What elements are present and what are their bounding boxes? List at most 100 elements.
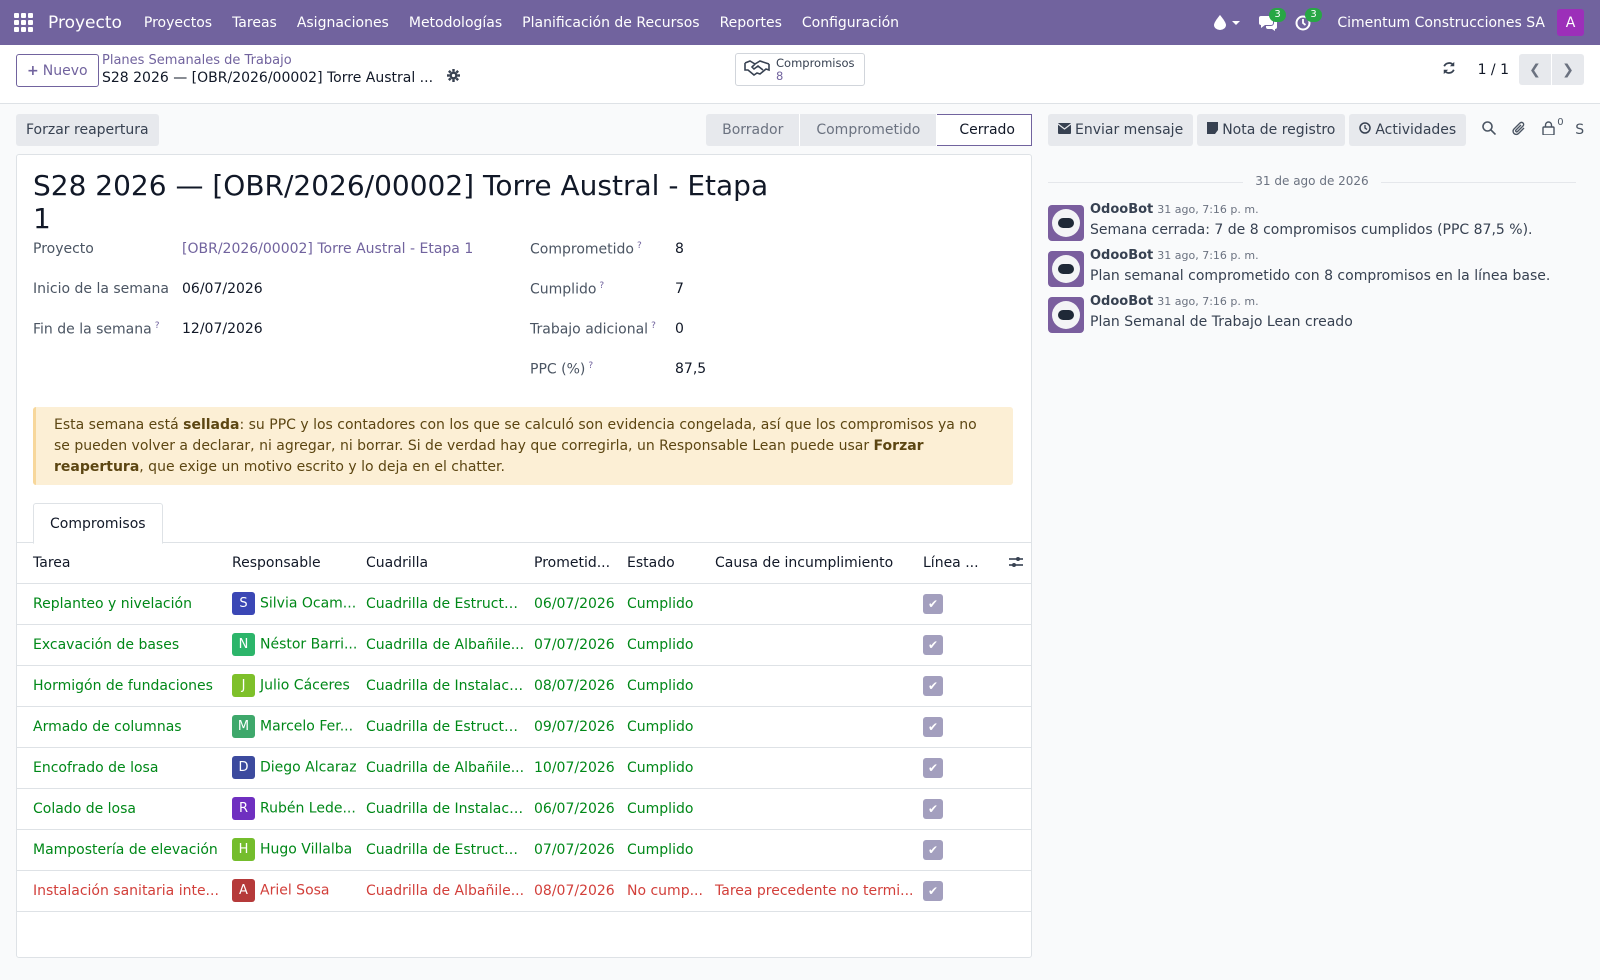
checkbox-checked-icon[interactable]: ✔ (923, 880, 943, 901)
log-note-button[interactable]: Nota de registro (1197, 114, 1346, 146)
cell-causa[interactable] (711, 747, 919, 789)
help-tooltip-icon[interactable]: ? (588, 361, 593, 371)
cell-tarea[interactable]: Mampostería de elevación (17, 829, 228, 871)
help-tooltip-icon[interactable]: ? (599, 281, 604, 291)
menu-item-proyectos[interactable]: Proyectos (134, 15, 222, 31)
cell-linea-base[interactable]: ✔ (919, 829, 1031, 871)
new-button[interactable]: + Nuevo (16, 54, 99, 87)
pager-next-button[interactable]: ❯ (1552, 54, 1584, 85)
cell-causa[interactable] (711, 706, 919, 748)
cell-estado[interactable]: Cumplido (623, 624, 711, 666)
gear-icon[interactable] (447, 69, 461, 86)
help-tooltip-icon[interactable]: ? (155, 321, 160, 331)
cell-prometido[interactable]: 07/07/2026 (530, 624, 623, 666)
search-icon[interactable] (1482, 121, 1497, 139)
column-header-causa[interactable]: Causa de incumplimiento (711, 543, 919, 584)
cell-causa[interactable]: Tarea precedente no termi... (711, 870, 919, 912)
cell-tarea[interactable]: Colado de losa (17, 788, 228, 830)
table-row[interactable]: Hormigón de fundaciones J Julio Cáceres Cua… (17, 665, 1031, 707)
menu-item-tareas[interactable]: Tareas (222, 15, 287, 31)
cell-prometido[interactable]: 08/07/2026 (530, 665, 623, 707)
stage-borrador[interactable]: Borrador (706, 114, 801, 146)
checkbox-checked-icon[interactable]: ✔ (923, 798, 943, 819)
pager-value[interactable]: 1 / 1 (1478, 62, 1509, 78)
activities-clock-icon[interactable]: 3 (1295, 7, 1322, 31)
cell-tarea[interactable]: Hormigón de fundaciones (17, 665, 228, 707)
cell-cuadrilla[interactable]: Cuadrilla de Instalaci... (362, 788, 530, 830)
cell-prometido[interactable]: 06/07/2026 (530, 788, 623, 830)
cell-estado[interactable]: Cumplido (623, 788, 711, 830)
refresh-icon[interactable] (1442, 61, 1456, 79)
breadcrumb-parent[interactable]: Planes Semanales de Trabajo (102, 53, 292, 68)
send-message-button[interactable]: Enviar mensaje (1048, 114, 1194, 146)
pager-previous-button[interactable]: ❮ (1519, 54, 1551, 85)
cell-responsable[interactable]: H Hugo Villalba (228, 829, 362, 871)
messages-icon[interactable]: 3 (1259, 7, 1286, 31)
table-row[interactable]: Armado de columnas M Marcelo Fer... Cuadril… (17, 706, 1031, 748)
cell-responsable[interactable]: S Silvia Ocam... (228, 583, 362, 625)
cell-prometido[interactable]: 06/07/2026 (530, 583, 623, 625)
cell-causa[interactable] (711, 583, 919, 625)
field-value-inicio-semana[interactable]: 06/07/2026 (182, 281, 263, 297)
cell-estado[interactable]: Cumplido (623, 829, 711, 871)
cell-cuadrilla[interactable]: Cuadrilla de Estructura (362, 706, 530, 748)
cell-cuadrilla[interactable]: Cuadrilla de Albañile... (362, 747, 530, 789)
table-row[interactable]: Instalación sanitaria inte... A Ariel Sosa… (17, 870, 1031, 912)
field-value-fin-semana[interactable]: 12/07/2026 (182, 321, 263, 337)
checkbox-checked-icon[interactable]: ✔ (923, 839, 943, 860)
cell-linea-base[interactable]: ✔ (919, 706, 1031, 748)
force-reopen-button[interactable]: Forzar reapertura (16, 114, 159, 146)
menu-item-asignaciones[interactable]: Asignaciones (287, 15, 399, 31)
checkbox-checked-icon[interactable]: ✔ (923, 634, 943, 655)
cell-cuadrilla[interactable]: Cuadrilla de Instalaci... (362, 665, 530, 707)
cell-responsable[interactable]: N Néstor Barri... (228, 624, 362, 666)
cell-responsable[interactable]: M Marcelo Fer... (228, 706, 362, 748)
stage-cerrado[interactable]: Cerrado (937, 114, 1032, 146)
cell-causa[interactable] (711, 624, 919, 666)
message-author[interactable]: OdooBot (1090, 294, 1153, 309)
cell-prometido[interactable]: 09/07/2026 (530, 706, 623, 748)
column-header-estado[interactable]: Estado (623, 543, 711, 584)
cell-prometido[interactable]: 10/07/2026 (530, 747, 623, 789)
cell-responsable[interactable]: D Diego Alcaraz (228, 747, 362, 789)
menu-item-reportes[interactable]: Reportes (710, 15, 792, 31)
help-tooltip-icon[interactable]: ? (651, 321, 656, 331)
cell-causa[interactable] (711, 665, 919, 707)
cell-linea-base[interactable]: ✔ (919, 747, 1031, 789)
debug-drop-icon[interactable] (1214, 15, 1241, 30)
stage-comprometido[interactable]: Comprometido (800, 114, 938, 146)
table-row[interactable]: Colado de losa R Rubén Lede... Cuadrilla de… (17, 788, 1031, 830)
cell-tarea[interactable]: Instalación sanitaria inte... (17, 870, 228, 912)
tab-compromisos[interactable]: Compromisos (33, 503, 163, 544)
column-header-linea[interactable]: Línea ... (919, 543, 1031, 584)
followers-lock-icon[interactable]: 0 (1542, 117, 1564, 139)
activities-button[interactable]: Actividades (1349, 114, 1467, 146)
cell-linea-base[interactable]: ✔ (919, 788, 1031, 830)
table-row[interactable]: Excavación de bases N Néstor Barri... Cuadr… (17, 624, 1031, 666)
compromisos-smart-button[interactable]: Compromisos 8 (735, 53, 865, 86)
cell-prometido[interactable]: 08/07/2026 (530, 870, 623, 912)
menu-item-metodologias[interactable]: Metodologías (399, 15, 512, 31)
app-name[interactable]: Proyecto (48, 13, 122, 33)
cell-tarea[interactable]: Encofrado de losa (17, 747, 228, 789)
cell-causa[interactable] (711, 788, 919, 830)
message-author[interactable]: OdooBot (1090, 202, 1153, 217)
cell-linea-base[interactable]: ✔ (919, 870, 1031, 912)
column-header-tarea[interactable]: Tarea (17, 543, 228, 584)
message-author[interactable]: OdooBot (1090, 248, 1153, 263)
cell-prometido[interactable]: 07/07/2026 (530, 829, 623, 871)
cell-tarea[interactable]: Armado de columnas (17, 706, 228, 748)
cell-responsable[interactable]: R Rubén Lede... (228, 788, 362, 830)
column-header-prometido[interactable]: Prometid... (530, 543, 623, 584)
table-row[interactable]: Mampostería de elevación H Hugo Villalba Cu… (17, 829, 1031, 871)
cell-linea-base[interactable]: ✔ (919, 624, 1031, 666)
checkbox-checked-icon[interactable]: ✔ (923, 593, 943, 614)
user-avatar[interactable]: A (1557, 9, 1584, 36)
cell-estado[interactable]: No cump... (623, 870, 711, 912)
apps-menu-icon[interactable] (0, 0, 46, 45)
cell-estado[interactable]: Cumplido (623, 583, 711, 625)
cell-responsable[interactable]: A Ariel Sosa (228, 870, 362, 912)
cell-cuadrilla[interactable]: Cuadrilla de Albañile... (362, 624, 530, 666)
menu-item-configuracion[interactable]: Configuración (792, 15, 909, 31)
column-header-responsable[interactable]: Responsable (228, 543, 362, 584)
